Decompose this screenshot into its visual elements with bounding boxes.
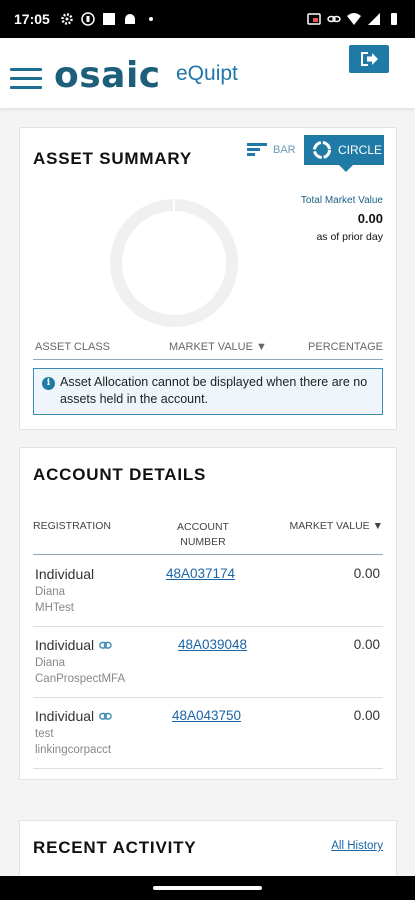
registration: Individual — [35, 637, 112, 653]
circle-label: CIRCLE — [338, 143, 383, 157]
wifi-icon — [347, 13, 361, 25]
bar-chart-icon — [247, 143, 267, 156]
cast-icon — [307, 13, 321, 25]
registration: Individual — [35, 566, 94, 582]
link-icon — [327, 15, 341, 23]
as-of-label: as of prior day — [316, 231, 383, 243]
registration-type: Individual — [35, 708, 95, 724]
total-market-value-label: Total Market Value — [300, 195, 383, 206]
link-icon — [99, 712, 112, 720]
square-icon — [102, 13, 115, 25]
recent-activity-card: RECENT ACTIVITY All History — [19, 820, 397, 882]
status-time: 17:05 — [14, 11, 50, 27]
gear-icon — [61, 13, 73, 25]
battery-icon — [391, 13, 397, 25]
all-history-link[interactable]: All History — [331, 840, 383, 852]
account-row: Individual test linkingcorpacct 48A04375… — [33, 698, 383, 769]
app-name: eQuipt — [176, 62, 238, 85]
account-market-value: 0.00 — [353, 637, 380, 652]
status-bar: 17:05 — [0, 0, 415, 38]
allocation-donut — [110, 197, 238, 327]
account-number-link[interactable]: 48A043750 — [172, 708, 241, 723]
menu-icon[interactable] — [10, 68, 42, 90]
record-icon — [81, 12, 95, 26]
account-number-link[interactable]: 48A039048 — [178, 637, 247, 652]
recent-activity-title: RECENT ACTIVITY — [33, 838, 197, 857]
account-name-last: CanProspectMFA — [35, 673, 126, 685]
col-asset-class[interactable]: ASSET CLASS — [35, 341, 110, 353]
col-account-number[interactable]: ACCOUNT NUMBER — [163, 520, 243, 550]
bar-view-toggle[interactable]: BAR — [247, 143, 296, 156]
account-name-first: Diana — [35, 586, 66, 598]
total-market-value: Total Market Value 0.00 as of prior day — [301, 195, 383, 243]
dot-icon — [148, 17, 153, 21]
col-market-value[interactable]: MARKET VALUE ▼ — [169, 341, 267, 353]
signal-icon — [368, 13, 380, 25]
col-market-value[interactable]: MARKET VALUE ▼ — [290, 520, 383, 532]
account-name-last: linkingcorpacct — [35, 744, 112, 756]
asset-table-header: ASSET CLASS MARKET VALUE ▼ PERCENTAGE — [33, 340, 383, 360]
asset-summary-card: ASSET SUMMARY BAR CIRCLE Total Market Va… — [19, 127, 397, 430]
info-icon: i — [42, 377, 55, 390]
total-market-value-amount: 0.00 — [357, 211, 383, 226]
account-name-last: MHTest — [35, 602, 74, 614]
bar-label: BAR — [273, 143, 296, 156]
account-market-value: 0.00 — [353, 708, 380, 723]
account-table-header: REGISTRATION ACCOUNT NUMBER MARKET VALUE… — [33, 518, 383, 555]
account-market-value: 0.00 — [353, 566, 380, 581]
asset-summary-title: ASSET SUMMARY — [33, 149, 193, 168]
app-header: osaic eQuipt — [0, 38, 415, 108]
account-name-first: Diana — [35, 657, 66, 669]
col-percentage[interactable]: PERCENTAGE — [308, 341, 383, 353]
osaic-logo: osaic — [54, 55, 161, 96]
link-icon — [99, 641, 112, 649]
account-details-card: ACCOUNT DETAILS REGISTRATION ACCOUNT NUM… — [19, 447, 397, 780]
registration-type: Individual — [35, 566, 95, 582]
logout-icon — [361, 52, 378, 66]
registration: Individual — [35, 708, 112, 724]
info-message: Asset Allocation cannot be displayed whe… — [60, 375, 368, 406]
account-name-first: test — [35, 728, 54, 740]
home-gesture-handle[interactable] — [153, 886, 262, 890]
circle-chart-icon — [313, 141, 331, 159]
logout-button[interactable] — [349, 45, 389, 73]
account-row: Individual Diana CanProspectMFA 48A03904… — [33, 627, 383, 698]
info-message-box: i Asset Allocation cannot be displayed w… — [33, 368, 383, 415]
col-registration[interactable]: REGISTRATION — [33, 520, 111, 532]
circle-view-toggle[interactable]: CIRCLE — [304, 135, 384, 172]
account-details-title: ACCOUNT DETAILS — [33, 465, 207, 484]
account-row: Individual Diana MHTest 48A037174 0.00 — [33, 556, 383, 627]
android-icon — [124, 14, 135, 24]
system-nav-bar — [0, 876, 415, 900]
registration-type: Individual — [35, 637, 95, 653]
account-number-link[interactable]: 48A037174 — [166, 566, 235, 581]
